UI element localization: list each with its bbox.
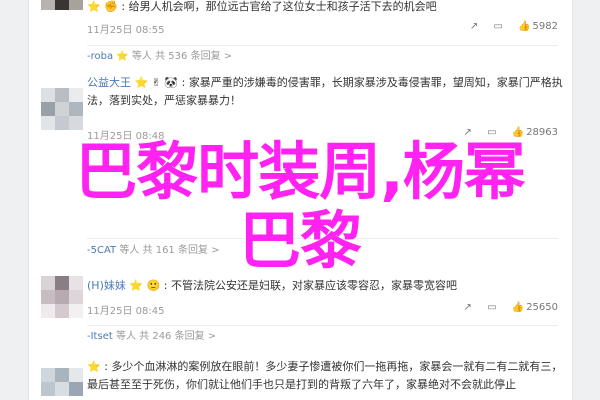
- reply-summary[interactable]: -roba ⭐ 等人 共 536 条回复 >: [87, 50, 564, 64]
- comment-icon[interactable]: ▭: [487, 302, 496, 313]
- comment-text: (H)妹妹 ⭐ 🙂 : 不管法院公安还是妇联，对家暴应该零容忍，家暴零宽容吧: [87, 277, 564, 295]
- divider: [87, 45, 558, 46]
- reply-rest: 条回复 >: [190, 51, 233, 62]
- reply-summary[interactable]: -Itset 等人 共 246 条回复 >: [87, 330, 564, 344]
- comment-text: 公益大王 ⭐ ✌ 🐼 : 家暴严重的涉嫌毒的侵害罪，长期家暴涉及毒侵害罪，望周知…: [87, 74, 564, 110]
- reply-rest: 条回复 >: [174, 331, 217, 342]
- reply-count: 246: [152, 331, 172, 342]
- reply-user[interactable]: -Itset: [87, 331, 113, 342]
- comment-time: 11月25日 08:45: [87, 306, 165, 317]
- like-count: 5982: [532, 21, 558, 32]
- emoji-icons: ⭐ :: [87, 360, 108, 373]
- comment-user[interactable]: (H)妹妹: [87, 279, 126, 292]
- comment-actions: ↗ ▭ 👍 25650: [452, 302, 558, 313]
- emoji-icons: ⭐ ✌ 🐼 :: [134, 76, 186, 89]
- comment-body: 多少个血淋淋的案例放在眼前！多少妻子惨遭被你们一拖再拖，家暴会一就有二有二就有三…: [87, 360, 563, 391]
- avatar[interactable]: [41, 276, 85, 320]
- comment-time: 11月25日 08:55: [87, 25, 165, 36]
- comment-user[interactable]: 公益大王: [87, 76, 131, 89]
- comment-actions: ↗ ▭ 👍 5982: [458, 21, 558, 32]
- comment-item: ⭐ : 多少个血淋淋的案例放在眼前！多少妻子惨遭被你们一拖再拖，家暴会一就有二有…: [29, 348, 572, 400]
- emoji-icons: ⭐ 🙂 :: [129, 279, 168, 292]
- avatar[interactable]: [41, 88, 85, 132]
- comment-meta: 11月25日 08:45 ↗ ▭ 👍 25650: [87, 302, 558, 317]
- reply-count: 536: [168, 51, 188, 62]
- badge-icon: ⭐: [116, 51, 129, 62]
- avatar[interactable]: [41, 368, 85, 400]
- reply-mid: 等人 共: [115, 331, 150, 342]
- like-icon[interactable]: 👍: [512, 302, 524, 313]
- like-count: 25650: [526, 302, 558, 313]
- comment-meta: 11月25日 08:55 ↗ ▭ 👍 5982: [87, 21, 558, 36]
- overlay-title-line-2: 巴黎: [238, 204, 362, 277]
- comment-icon[interactable]: ▭: [493, 21, 502, 32]
- share-icon[interactable]: ↗: [464, 302, 472, 313]
- comment-text: ⭐ ✊ : 给男人机会啊，那位远古官给了这位女士和孩子活下去的机会吧: [87, 0, 564, 16]
- divider: [87, 325, 558, 326]
- like-icon[interactable]: 👍: [518, 21, 530, 32]
- comment-body: 不管法院公安还是妇联，对家暴应该零容忍，家暴零宽容吧: [170, 279, 457, 292]
- comment-body: 给男人机会啊，那位远古官给了这位女士和孩子活下去的机会吧: [128, 0, 437, 13]
- comment-item: ⭐ ✊ : 给男人机会啊，那位远古官给了这位女士和孩子活下去的机会吧 11月25…: [29, 0, 572, 40]
- comment-text: ⭐ : 多少个血淋淋的案例放在眼前！多少妻子惨遭被你们一拖再拖，家暴会一就有二有…: [87, 358, 564, 394]
- share-icon[interactable]: ↗: [470, 21, 478, 32]
- overlay-title-line-1: 巴黎时装周,杨幂: [75, 135, 526, 208]
- reply-user[interactable]: -roba: [87, 51, 113, 62]
- avatar[interactable]: [41, 0, 85, 10]
- reply-mid: 等人 共: [131, 51, 166, 62]
- emoji-icons: ⭐ ✊ :: [87, 0, 126, 13]
